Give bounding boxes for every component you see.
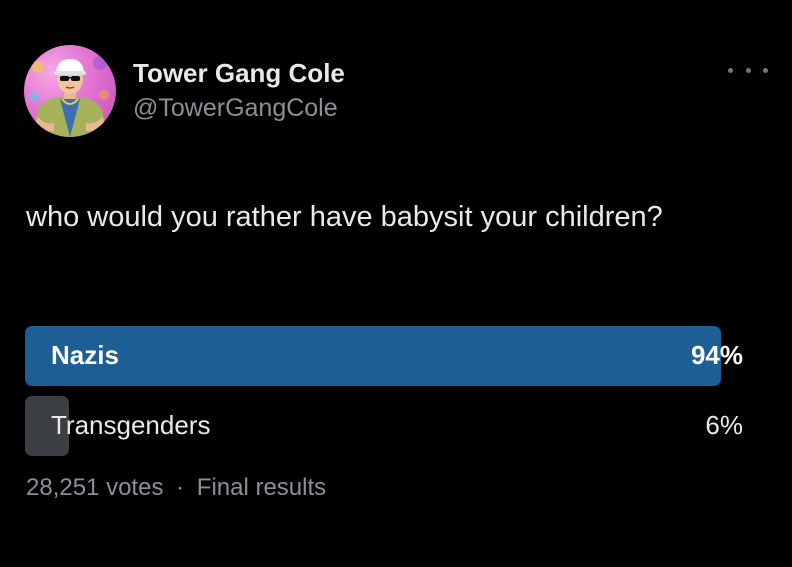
poll-option-percent: 94% xyxy=(690,340,743,370)
poll-result-bar xyxy=(25,326,721,386)
poll-option-transgenders[interactable]: Transgenders 6% xyxy=(25,396,765,458)
dot xyxy=(728,67,733,73)
poll-option-percent: 6% xyxy=(705,410,743,440)
poll-vote-count: 28,251 votes xyxy=(26,474,164,501)
author-handle[interactable]: @TowerGangCole xyxy=(133,94,338,123)
poll-option-label: Nazis xyxy=(51,340,119,370)
meta-separator: · xyxy=(176,474,185,501)
poll-status: Final results xyxy=(196,474,327,501)
tweet-text: who would you rather have babysit your c… xyxy=(26,201,663,233)
author-avatar[interactable] xyxy=(24,45,116,137)
more-options-icon[interactable] xyxy=(728,58,768,82)
dot xyxy=(745,67,751,73)
tweet-card: Tower Gang Cole @TowerGangCole who would… xyxy=(0,0,792,567)
dot xyxy=(763,67,768,73)
author-display-name[interactable]: Tower Gang Cole xyxy=(133,58,345,89)
poll-summary: 28,251 votes · Final results xyxy=(26,474,326,502)
cartoon-avatar-icon xyxy=(29,56,109,137)
poll-option-label: Transgenders xyxy=(51,410,211,440)
poll-option-nazis[interactable]: Nazis 94% xyxy=(25,326,765,388)
